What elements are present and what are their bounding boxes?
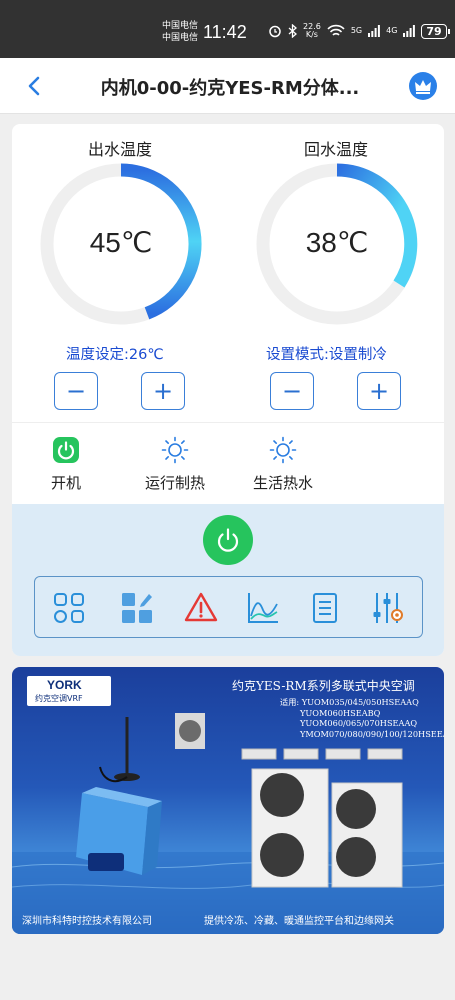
settings-sliders-icon[interactable] — [369, 590, 405, 626]
mode-heating[interactable]: 运行制热 — [130, 436, 220, 493]
york-logo-text: YORK — [47, 678, 82, 692]
power-button[interactable] — [203, 515, 253, 565]
page-title: 内机0-00-约克YES-RM分体... — [100, 78, 360, 99]
banner-company: 深圳市科特时控技术有限公司 — [22, 916, 152, 927]
mode-label-power: 开机 — [50, 474, 81, 492]
function-toolbar — [34, 576, 423, 638]
outlet-temp-title: 出水温度 — [87, 140, 152, 159]
promo-banner[interactable]: YORK 约克空调VRF 约克YES-RM系列多联式中央空调 适用: YUOM0… — [12, 667, 444, 934]
carrier-2: 中国电信 — [162, 33, 199, 43]
usage-line: YMOM070/080/090/100/120HSEEAQ — [300, 728, 444, 739]
control-card: 出水温度 45℃ 回水温度 38℃ 温度设定:26℃ 设置模式:设置制冷 − + — [12, 124, 444, 656]
status-time: 11:42 — [203, 22, 247, 42]
sun-icon — [269, 436, 297, 464]
mode-setting-label: 设置模式:设置制冷 — [266, 347, 387, 363]
mode-hot-water[interactable]: 生活热水 — [238, 436, 328, 493]
outlet-temp-value: 45℃ — [89, 227, 153, 258]
return-temp-title: 回水温度 — [303, 140, 368, 159]
vip-crown-icon[interactable] — [409, 72, 437, 100]
signal-bars-2-icon — [403, 25, 416, 37]
carrier-info: 中国电信 中国电信 — [162, 20, 198, 44]
usage-line: 适用: YUOM035/045/050HSEAAQ — [280, 697, 419, 707]
york-logo-subtext: 约克空调VRF — [35, 694, 83, 703]
return-temp-value: 38℃ — [305, 227, 369, 258]
trend-chart-icon[interactable] — [245, 590, 281, 626]
title-bar: 内机0-00-约克YES-RM分体... — [0, 58, 455, 114]
battery-indicator: 79 — [421, 23, 451, 39]
back-arrow-icon[interactable] — [22, 72, 48, 100]
alarm-warning-icon[interactable] — [183, 590, 219, 626]
carrier-1: 中国电信 — [162, 21, 199, 31]
usage-line: YUOM060/065/070HSEAAQ — [300, 718, 418, 728]
signal-5g: 5G — [350, 26, 363, 35]
power-on-icon — [53, 437, 79, 463]
divider — [12, 422, 444, 423]
mode-label-hot-water: 生活热水 — [252, 474, 313, 492]
status-bar: 中国电信 中国电信 11:42 22.6 K/s 5G 4G 79 — [0, 0, 455, 58]
temp-increase-button[interactable]: + — [141, 372, 185, 410]
mode-label-heating: 运行制热 — [144, 474, 205, 492]
banner-headline: 约克YES-RM系列多联式中央空调 — [232, 679, 415, 693]
alarm-clock-icon — [269, 25, 281, 38]
usage-line: YUOM060HSEABQ — [300, 707, 381, 718]
temp-decrease-button[interactable]: − — [54, 372, 98, 410]
mode-increase-button[interactable]: + — [357, 372, 401, 410]
mode-power-on[interactable]: 开机 — [21, 436, 111, 493]
signal-bars-icon — [368, 25, 381, 37]
status-icons: 22.6 K/s 5G 4G 79 — [268, 22, 451, 39]
signal-4g: 4G — [386, 26, 398, 35]
grid-menu-icon[interactable] — [51, 590, 87, 626]
york-logo: YORK 约克空调VRF — [27, 676, 111, 706]
document-list-icon[interactable] — [307, 590, 343, 626]
edit-panel-icon[interactable] — [119, 590, 155, 626]
temp-setting-label: 温度设定:26℃ — [66, 347, 164, 363]
net-speed: 22.6 K/s — [303, 22, 321, 39]
power-icon — [217, 528, 239, 552]
mode-decrease-button[interactable]: − — [270, 372, 314, 410]
banner-usage: 适用: YUOM035/045/050HSEAAQ YUOM060HSEABQ … — [280, 697, 444, 739]
wifi-icon — [327, 24, 345, 36]
sun-icon — [161, 436, 189, 464]
banner-slogan: 提供冷冻、冷藏、暖通监控平台和边缘网关 — [204, 916, 394, 927]
bluetooth-icon — [288, 24, 297, 38]
